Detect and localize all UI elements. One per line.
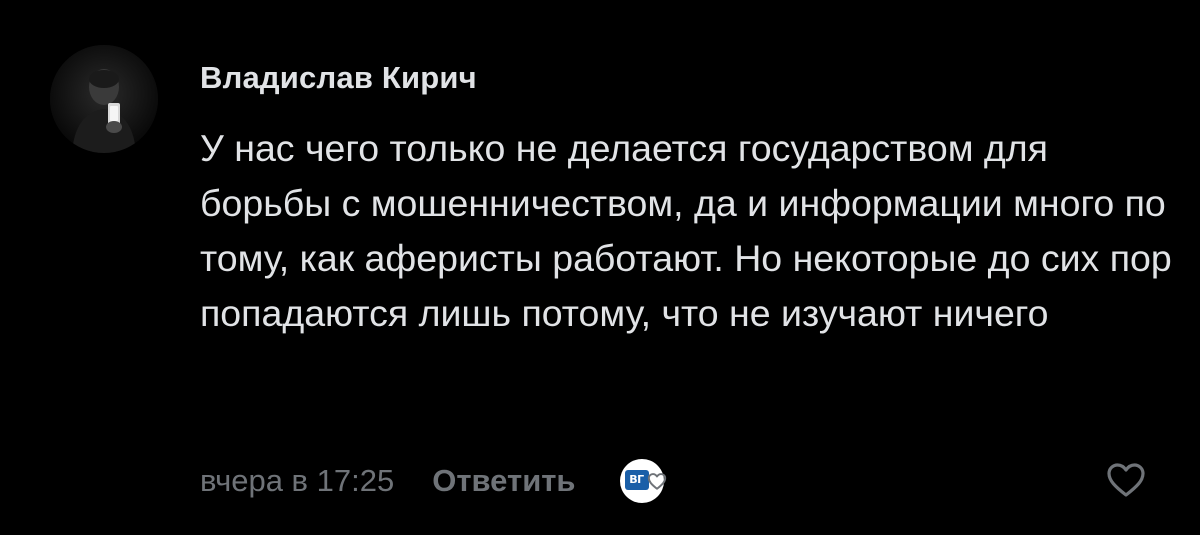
avatar[interactable] <box>50 45 158 153</box>
heart-outline-icon <box>1107 463 1145 497</box>
reply-button[interactable]: Ответить <box>432 463 575 499</box>
reaction-badge-icon[interactable]: ВГ <box>619 459 670 503</box>
like-button[interactable] <box>1104 458 1148 502</box>
comment-text: У нас чего только не делается государств… <box>200 127 1172 334</box>
timestamp[interactable]: вчера в 17:25 <box>200 463 394 499</box>
comment-meta: вчера в 17:25 Ответить ВГ <box>200 459 670 503</box>
author-name[interactable]: Владислав Кирич <box>200 60 477 96</box>
mini-heart-icon <box>647 473 666 490</box>
comment-item: Владислав Кирич У нас чего только не дел… <box>0 0 1200 535</box>
avatar-photo <box>50 45 158 153</box>
reaction-badge-flag: ВГ <box>624 470 649 490</box>
